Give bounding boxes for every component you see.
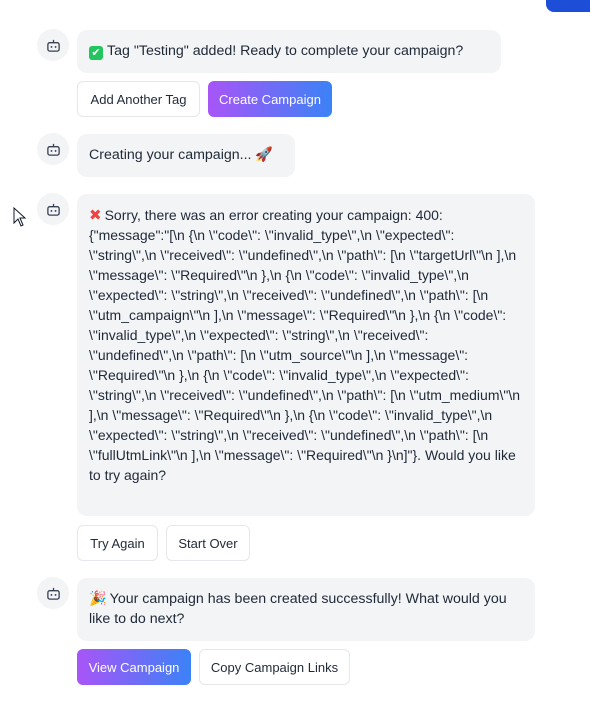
bot-error-message: ✖ Sorry, there was an error creating your… xyxy=(77,194,535,516)
bot-avatar xyxy=(37,29,69,61)
cross-mark-emoji: ✖ xyxy=(89,206,102,224)
create-campaign-button[interactable]: Create Campaign xyxy=(208,81,332,117)
view-campaign-button[interactable]: View Campaign xyxy=(77,649,191,685)
rocket-emoji: 🚀 xyxy=(255,147,274,163)
message-text: Your campaign has been created successfu… xyxy=(89,591,507,627)
bot-icon xyxy=(46,39,60,52)
try-again-button[interactable]: Try Again xyxy=(77,525,158,561)
add-another-tag-button[interactable]: Add Another Tag xyxy=(77,81,200,117)
mouse-pointer-icon xyxy=(13,207,27,227)
message-text: Sorry, there was an error creating your … xyxy=(89,207,521,483)
bot-icon xyxy=(46,587,60,600)
party-popper-emoji: 🎉 xyxy=(89,591,107,607)
bot-icon xyxy=(46,203,60,216)
bot-avatar xyxy=(37,193,69,225)
check-mark-emoji: ✔ xyxy=(89,46,103,60)
bot-message: Creating your campaign... 🚀 xyxy=(77,134,295,177)
bot-avatar xyxy=(37,577,69,609)
copy-campaign-links-button[interactable]: Copy Campaign Links xyxy=(199,649,350,685)
bot-icon xyxy=(46,143,60,156)
bot-avatar xyxy=(37,133,69,165)
message-text: Creating your campaign... xyxy=(89,147,252,163)
user-message-bubble-edge xyxy=(546,0,590,12)
message-text: Tag "Testing" added! Ready to complete y… xyxy=(107,43,464,59)
bot-message: ✔ Tag "Testing" added! Ready to complete … xyxy=(77,30,501,73)
bot-message: 🎉 Your campaign has been created successf… xyxy=(77,578,535,641)
start-over-button[interactable]: Start Over xyxy=(166,525,250,561)
